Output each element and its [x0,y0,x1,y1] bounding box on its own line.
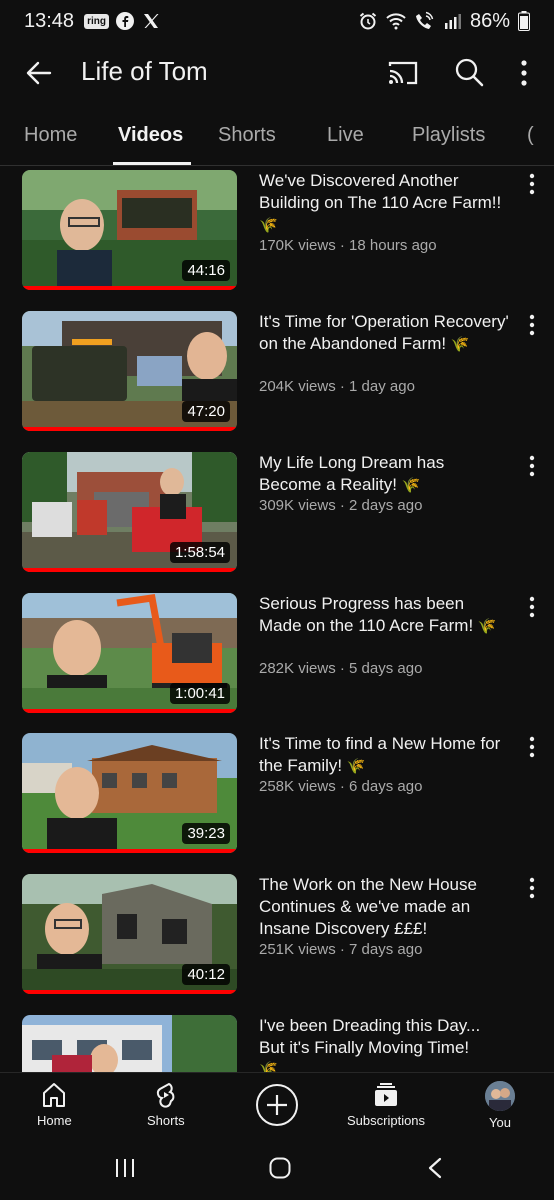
home-icon [43,1083,66,1107]
video-more-icon[interactable] [522,875,542,901]
ring-app-icon: ring [84,13,109,29]
video-thumbnail[interactable] [22,1015,237,1072]
video-meta: 170K views · 18 hours ago [259,237,437,254]
youtube-channel-page: 13:48 ring 86% Life of Tom Home Videos S… [0,0,554,1200]
video-meta: 🌾 [259,1060,278,1072]
cast-icon[interactable] [387,57,419,89]
video-item[interactable]: 39:23 It's Time to find a New Home for t… [0,730,554,870]
video-duration: 39:23 [182,823,230,844]
video-thumbnail[interactable]: 1:58:54 [22,452,237,572]
video-thumbnail[interactable]: 39:23 [22,733,237,853]
watch-progress-bar [22,849,237,853]
back-system-icon[interactable] [424,1156,448,1180]
wifi-calling-icon [415,11,434,29]
bottom-navigation: Home Shorts Subscriptions You [0,1072,554,1138]
facebook-icon [115,12,134,30]
nav-home[interactable]: Home [37,1081,72,1128]
video-item[interactable]: 40:12 The Work on the New House Continue… [0,871,554,1011]
video-title[interactable]: My Life Long Dream has Become a Reality!… [259,452,509,497]
nav-subscriptions-label: Subscriptions [347,1113,426,1128]
add-icon [256,1084,298,1126]
video-thumbnail[interactable]: 47:20 [22,311,237,431]
app-bar: Life of Tom [0,42,554,104]
system-navigation-bar [0,1138,554,1200]
watch-progress-bar [22,286,237,290]
wheat-emoji-icon: 🌾 [401,477,421,494]
video-meta: 204K views · 1 day ago [259,378,415,395]
create-button[interactable] [254,1082,300,1132]
status-time: 13:48 [24,9,75,32]
video-item[interactable]: 47:20 It's Time for 'Operation Recovery'… [0,308,554,448]
video-item[interactable]: 1:00:41 Serious Progress has been Made o… [0,590,554,730]
video-item[interactable]: 1:58:54 My Life Long Dream has Become a … [0,449,554,589]
wheat-emoji-icon: 🌾 [346,758,366,775]
wifi-icon [386,13,406,30]
wheat-emoji-icon: 🌾 [259,1061,278,1072]
video-duration: 1:58:54 [169,542,230,563]
video-thumbnail[interactable]: 1:00:41 [22,593,237,713]
nav-subscriptions[interactable]: Subscriptions [347,1081,425,1128]
video-title[interactable]: It's Time to find a New Home for the Fam… [259,733,509,778]
video-more-icon[interactable] [522,734,542,760]
video-title[interactable]: Serious Progress has been Made on the 11… [259,593,509,638]
battery-icon [518,11,530,31]
video-duration: 40:12 [182,964,230,985]
x-icon [143,14,159,28]
wheat-emoji-icon: 🌾 [450,336,470,353]
video-item[interactable]: I've been Dreading this Day... But it's … [0,1012,554,1072]
tab-shorts[interactable]: Shorts [218,124,276,147]
video-thumbnail[interactable]: 40:12 [22,874,237,994]
video-more-icon[interactable] [522,594,542,620]
nav-home-label: Home [37,1113,72,1128]
watch-progress-bar [22,990,237,994]
video-list: 44:16 We've Discovered Another Building … [0,167,554,1072]
search-icon[interactable] [453,56,485,88]
wheat-emoji-icon: 🌾 [477,618,497,635]
video-title[interactable]: We've Discovered Another Building on The… [259,170,509,237]
tab-playlists[interactable]: Playlists [412,124,485,147]
nav-shorts-label: Shorts [147,1113,185,1128]
nav-you-label: You [489,1115,511,1130]
alarm-icon [359,12,377,30]
tab-overflow-partial[interactable]: ( [527,124,534,147]
video-more-icon[interactable] [522,171,542,197]
channel-title: Life of Tom [81,56,208,86]
video-title[interactable]: It's Time for 'Operation Recovery' on th… [259,311,509,356]
channel-tabs: Home Videos Shorts Live Playlists ( [0,106,554,166]
video-meta: 282K views · 5 days ago [259,660,423,677]
back-arrow-icon[interactable] [22,56,56,90]
nav-shorts[interactable]: Shorts [147,1081,185,1128]
video-meta: 251K views · 7 days ago [259,941,423,958]
video-meta: 258K views · 6 days ago [259,778,423,795]
video-duration: 47:20 [182,401,230,422]
wheat-emoji-icon: 🌾 [259,217,278,234]
more-vert-icon[interactable] [512,56,536,90]
shorts-icon [156,1082,175,1108]
video-title[interactable]: I've been Dreading this Day... But it's … [259,1015,509,1059]
tab-live[interactable]: Live [327,124,364,147]
video-thumbnail[interactable]: 44:16 [22,170,237,290]
signal-icon [444,14,461,29]
subscriptions-icon [375,1083,398,1106]
watch-progress-bar [22,427,237,431]
recent-apps-icon[interactable] [113,1156,137,1180]
nav-you[interactable]: You [485,1081,515,1130]
home-system-icon[interactable] [268,1156,292,1180]
video-duration: 44:16 [182,260,230,281]
watch-progress-bar [22,709,237,713]
avatar [485,1081,515,1111]
tab-home[interactable]: Home [24,124,77,147]
tab-videos[interactable]: Videos [118,124,183,147]
video-duration: 1:00:41 [169,683,230,704]
video-more-icon[interactable] [522,453,542,479]
video-more-icon[interactable] [522,312,542,338]
video-item[interactable]: 44:16 We've Discovered Another Building … [0,167,554,307]
video-meta: 309K views · 2 days ago [259,497,423,514]
video-title[interactable]: The Work on the New House Continues & we… [259,874,509,940]
watch-progress-bar [22,568,237,572]
battery-percent: 86% [469,9,510,32]
active-tab-indicator [113,162,191,165]
status-bar: 13:48 ring 86% [0,0,554,42]
